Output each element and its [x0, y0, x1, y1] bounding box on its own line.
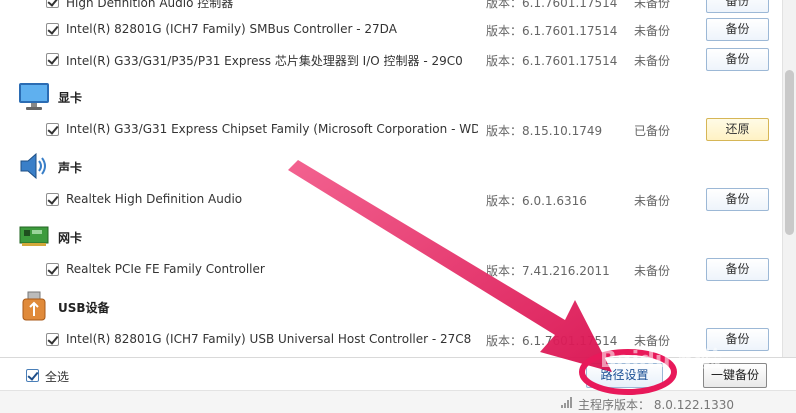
driver-checkbox[interactable] — [46, 0, 59, 8]
category-title: 网卡 — [58, 231, 83, 245]
category-title: 声卡 — [58, 161, 83, 175]
driver-row: Intel(R) 82801G (ICH7 Family) USB Univer… — [0, 328, 782, 352]
signal-icon — [561, 397, 572, 408]
driver-version: 版本：6.1.7601.17514 — [486, 0, 618, 10]
select-all-label[interactable]: 全选 — [45, 368, 69, 385]
driver-version: 版本：7.41.216.2011 — [486, 264, 610, 278]
backup-status: 已备份 — [634, 124, 671, 138]
driver-row: High Definition Audio 控制器 版本：6.1.7601.17… — [0, 0, 782, 14]
monitor-icon — [18, 81, 50, 111]
backup-button[interactable]: 备份 — [706, 18, 769, 41]
backup-status: 未备份 — [634, 264, 671, 278]
select-all-checkbox[interactable] — [26, 369, 39, 382]
restore-button[interactable]: 还原 — [706, 118, 769, 141]
backup-status: 未备份 — [634, 24, 671, 38]
driver-row: Intel(R) G33/G31/P35/P31 Express 芯片集处理器到… — [0, 48, 782, 72]
driver-name: Intel(R) G33/G31/P35/P31 Express 芯片集处理器到… — [66, 54, 463, 68]
driver-name: Intel(R) 82801G (ICH7 Family) SMBus Cont… — [66, 22, 397, 36]
driver-checkbox[interactable] — [46, 193, 59, 206]
usb-icon — [18, 291, 50, 321]
category-title: 显卡 — [58, 91, 83, 105]
speaker-icon — [18, 151, 50, 181]
scrollbar-thumb[interactable] — [785, 70, 794, 235]
driver-checkbox[interactable] — [46, 23, 59, 36]
driver-name: Intel(R) 82801G (ICH7 Family) USB Univer… — [66, 332, 472, 346]
path-settings-button[interactable]: 路径设置 — [586, 363, 663, 388]
driver-row: Realtek High Definition Audio 版本：6.0.1.6… — [0, 188, 782, 212]
backup-status: 未备份 — [634, 54, 671, 68]
driver-checkbox[interactable] — [46, 53, 59, 66]
driver-name: Intel(R) G33/G31 Express Chipset Family … — [66, 122, 478, 136]
category-title: USB设备 — [58, 301, 110, 315]
driver-checkbox[interactable] — [46, 263, 59, 276]
one-key-backup-button[interactable]: 一键备份 — [703, 363, 767, 388]
driver-version: 版本：6.0.1.6316 — [486, 194, 587, 208]
backup-status: 未备份 — [634, 0, 671, 10]
driver-version: 版本：8.15.10.1749 — [486, 124, 603, 138]
driver-checkbox[interactable] — [46, 333, 59, 346]
driver-name: Realtek PCIe FE Family Controller — [66, 262, 265, 276]
driver-version: 版本：6.1.7601.17514 — [486, 334, 618, 348]
category-display: 显卡 — [0, 80, 782, 112]
category-usb: USB设备 — [0, 290, 782, 322]
driver-version: 版本：6.1.7601.17514 — [486, 54, 618, 68]
driver-row: Realtek PCIe FE Family Controller 版本：7.4… — [0, 258, 782, 282]
driver-list: High Definition Audio 控制器 版本：6.1.7601.17… — [0, 0, 782, 357]
status-bar: 主程序版本： 8.0.122.1330 — [0, 390, 796, 413]
vertical-scrollbar[interactable] — [782, 0, 796, 357]
driver-row: Intel(R) G33/G31 Express Chipset Family … — [0, 118, 782, 142]
driver-checkbox[interactable] — [46, 123, 59, 136]
driver-backup-window: High Definition Audio 控制器 版本：6.1.7601.17… — [0, 0, 796, 413]
backup-button[interactable]: 备份 — [706, 188, 769, 211]
backup-status: 未备份 — [634, 194, 671, 208]
driver-name: High Definition Audio 控制器 — [66, 0, 234, 10]
backup-button[interactable]: 备份 — [706, 258, 769, 281]
category-network: 网卡 — [0, 220, 782, 252]
category-sound: 声卡 — [0, 150, 782, 182]
backup-button[interactable]: 备份 — [706, 48, 769, 71]
program-version: 主程序版本： 8.0.122.1330 — [578, 398, 734, 412]
backup-button[interactable]: 备份 — [706, 0, 769, 13]
driver-row: Intel(R) 82801G (ICH7 Family) SMBus Cont… — [0, 18, 782, 42]
network-card-icon — [18, 221, 50, 251]
driver-version: 版本：6.1.7601.17514 — [486, 24, 618, 38]
driver-name: Realtek High Definition Audio — [66, 192, 243, 206]
backup-button[interactable]: 备份 — [706, 328, 769, 351]
backup-status: 未备份 — [634, 334, 671, 348]
